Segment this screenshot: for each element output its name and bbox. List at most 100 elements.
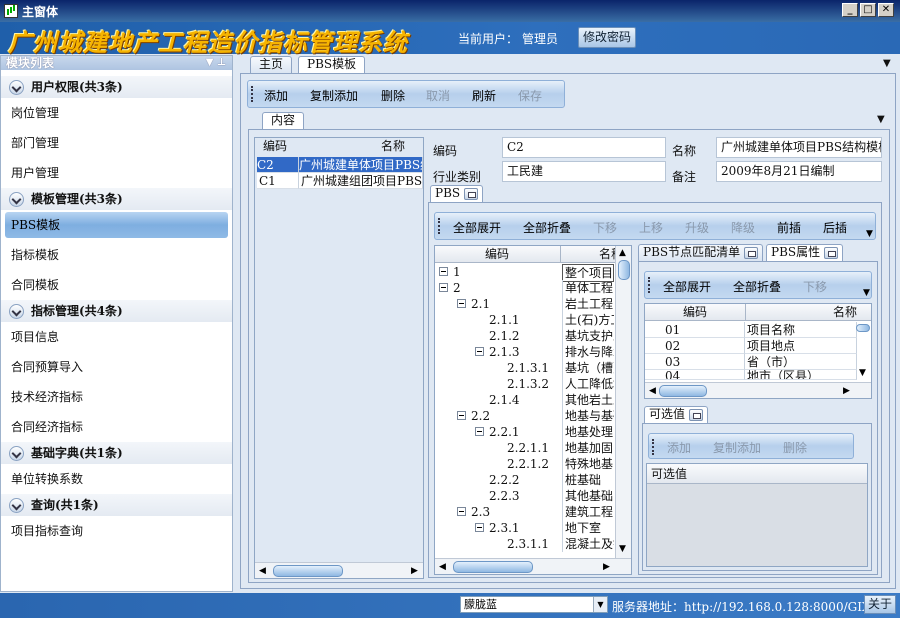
group-dictionary[interactable]: 基础字典(共1条) [1, 442, 232, 464]
collapse-toggle-icon[interactable] [475, 427, 484, 436]
tree-row[interactable]: 2.1.3.2 人工降低地下 [435, 376, 615, 392]
scroll-thumb[interactable] [659, 385, 707, 397]
attr-collapse-all-button[interactable]: 全部折叠 [733, 278, 781, 295]
sidebar-item-project-info[interactable]: 项目信息 [1, 322, 232, 352]
tree-row[interactable]: 2.1.3 排水与降水 [435, 344, 615, 360]
pin-icon[interactable] [824, 246, 839, 259]
attr-row-code[interactable]: 03 [645, 354, 745, 370]
insert-before-button[interactable]: 前插 [777, 219, 801, 236]
scroll-right-icon[interactable]: ▶ [603, 562, 610, 572]
group-index[interactable]: 指标管理(共4条) [1, 300, 232, 322]
move-down-button[interactable]: 下移 [593, 219, 617, 236]
close-button[interactable]: ✕ [878, 3, 894, 17]
group-query[interactable]: 查询(共1条) [1, 494, 232, 516]
save-button[interactable]: 保存 [518, 87, 542, 104]
tree-row[interactable]: 2 单体工程 [435, 280, 615, 296]
attr-row-name[interactable]: 地市（区县） [745, 370, 857, 380]
about-button[interactable]: 关于 [864, 595, 896, 614]
delete-button[interactable]: 删除 [381, 87, 405, 104]
tree-row[interactable]: 2.3.1.1 混凝土及钢 [435, 536, 615, 552]
pin-icon[interactable] [744, 246, 759, 259]
optional-copy-add-button[interactable]: 复制添加 [713, 439, 761, 456]
tree-row[interactable]: 1 整个项目 [435, 264, 615, 282]
collapse-toggle-icon[interactable] [439, 267, 448, 276]
sidebar-pin-icon[interactable]: ▼ ⊥ [206, 56, 226, 70]
sidebar-item-contract-template[interactable]: 合同模板 [1, 270, 232, 300]
tree-row[interactable]: 2.2.2 桩基础 [435, 472, 615, 488]
attr-row-code[interactable]: 01 [645, 322, 745, 338]
cancel-button[interactable]: 取消 [426, 87, 450, 104]
sidebar-item-budget-import[interactable]: 合同预算导入 [1, 352, 232, 382]
move-up-button[interactable]: 上移 [639, 219, 663, 236]
optional-add-button[interactable]: 添加 [667, 439, 691, 456]
collapse-toggle-icon[interactable] [457, 507, 466, 516]
toolbar-grip-icon[interactable] [652, 439, 655, 455]
refresh-button[interactable]: 刷新 [472, 87, 496, 104]
scroll-thumb[interactable] [856, 324, 870, 332]
attr-hscrollbar[interactable]: ◀ ▶ [645, 382, 871, 398]
tab-home[interactable]: 主页 [250, 56, 293, 73]
attr-row-name[interactable]: 省（市） [745, 354, 857, 370]
demote-button[interactable]: 降级 [731, 219, 755, 236]
sidebar-item-pbs-template[interactable]: PBS模板 [5, 212, 228, 238]
pin-icon[interactable] [464, 187, 479, 200]
attr-move-down-button[interactable]: 下移 [803, 278, 827, 295]
attr-expand-all-button[interactable]: 全部展开 [663, 278, 711, 295]
sidebar-item-post[interactable]: 岗位管理 [1, 98, 232, 128]
theme-select[interactable]: 朦胧蓝 ▼ [460, 596, 608, 613]
tree-row[interactable]: 2.1.3.1 基坑（槽） [435, 360, 615, 376]
toolbar-grip-icon[interactable] [648, 277, 651, 293]
scroll-right-icon[interactable]: ▶ [843, 386, 850, 396]
scroll-down-icon[interactable]: ▼ [619, 544, 626, 554]
tab-optional-values[interactable]: 可选值 [644, 406, 709, 423]
content-dropdown-icon[interactable]: ▼ [877, 114, 885, 125]
group-user-permission[interactable]: 用户权限(共3条) [1, 76, 232, 98]
sidebar-item-index-template[interactable]: 指标模板 [1, 240, 232, 270]
scroll-up-icon[interactable]: ▲ [619, 248, 626, 258]
sidebar-item-unit-conversion[interactable]: 单位转换系数 [1, 464, 232, 494]
tree-row[interactable]: 2.2.1.1 地基加固 [435, 440, 615, 456]
scroll-down-icon[interactable]: ▼ [859, 368, 866, 378]
list-hscrollbar[interactable]: ◀ ▶ [255, 562, 423, 578]
tree-row[interactable]: 2.2.1.2 特殊地基 [435, 456, 615, 472]
industry-field[interactable]: 工民建 [502, 161, 666, 182]
sidebar-item-contract-index[interactable]: 合同经济指标 [1, 412, 232, 442]
collapse-all-button[interactable]: 全部折叠 [523, 219, 571, 236]
sidebar-item-project-query[interactable]: 项目指标查询 [1, 516, 232, 546]
scroll-left-icon[interactable]: ◀ [439, 562, 446, 572]
tree-row[interactable]: 2.1.2 基坑支护工程 [435, 328, 615, 344]
scroll-thumb[interactable] [453, 561, 533, 573]
tab-list-dropdown-icon[interactable]: ▼ [883, 58, 891, 69]
attr-row-name[interactable]: 项目地点 [745, 338, 857, 354]
chevron-down-icon[interactable] [9, 192, 24, 207]
chevron-down-icon[interactable] [9, 498, 24, 513]
tree-hscrollbar[interactable]: ◀ ▶ [435, 558, 631, 574]
tree-row[interactable]: 2.2.1 地基处理 [435, 424, 615, 440]
chevron-down-icon[interactable] [9, 80, 24, 95]
group-template[interactable]: 模板管理(共3条) [1, 188, 232, 210]
insert-after-button[interactable]: 后插 [823, 219, 847, 236]
scroll-thumb[interactable] [618, 260, 630, 280]
collapse-toggle-icon[interactable] [475, 347, 484, 356]
tab-pbs-match-list[interactable]: PBS节点匹配清单 [638, 244, 764, 261]
tree-row[interactable]: 2.2 地基与基础 [435, 408, 615, 424]
attr-row-name[interactable]: 项目名称 [745, 322, 857, 338]
collapse-toggle-icon[interactable] [457, 299, 466, 308]
scroll-left-icon[interactable]: ◀ [259, 566, 266, 576]
maximize-button[interactable]: □ [860, 3, 876, 17]
optional-delete-button[interactable]: 删除 [783, 439, 807, 456]
scroll-right-icon[interactable]: ▶ [411, 566, 418, 576]
chevron-down-icon[interactable] [9, 304, 24, 319]
tab-pbs-attributes[interactable]: PBS属性 [766, 244, 844, 261]
dropdown-arrow-icon[interactable]: ▼ [593, 597, 607, 612]
pin-icon[interactable] [689, 408, 704, 421]
list-row-name[interactable]: 广州城建单体项目PBS结构模 [299, 157, 423, 173]
toolbar-overflow-icon[interactable]: ▼ [863, 288, 870, 298]
promote-button[interactable]: 升级 [685, 219, 709, 236]
scroll-left-icon[interactable]: ◀ [649, 386, 656, 396]
collapse-toggle-icon[interactable] [475, 523, 484, 532]
collapse-toggle-icon[interactable] [457, 411, 466, 420]
tree-row[interactable]: 2.1.1 土(石)方工程 [435, 312, 615, 328]
tree-vscrollbar[interactable]: ▲ ▼ [615, 246, 631, 558]
change-password-button[interactable]: 修改密码 [578, 27, 636, 48]
